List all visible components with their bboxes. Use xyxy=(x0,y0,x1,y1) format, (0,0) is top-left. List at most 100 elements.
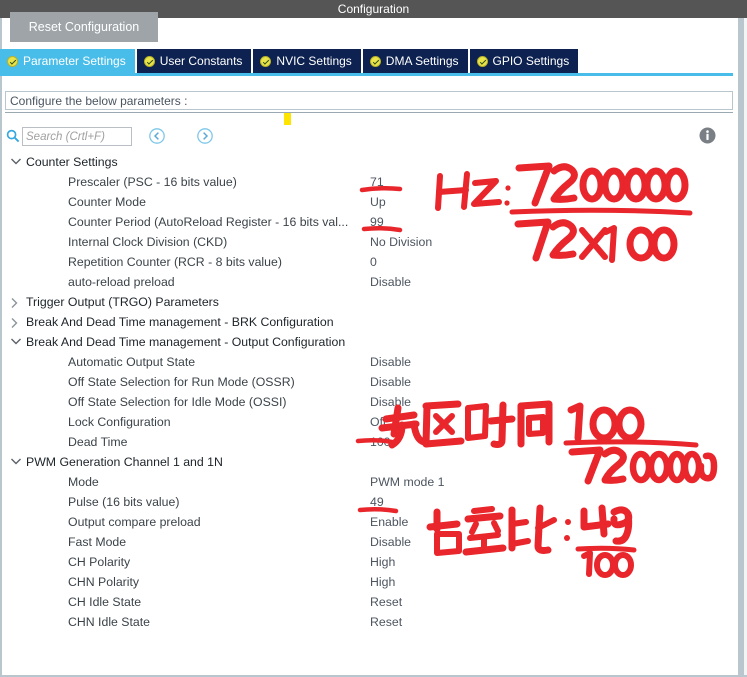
tree-group-break-and-dead-time-management-brk-configuration[interactable]: Break And Dead Time management - BRK Con… xyxy=(0,312,733,332)
tree-top-divider xyxy=(5,112,733,113)
check-circle-icon xyxy=(7,56,18,67)
tab-user-constants[interactable]: User Constants xyxy=(136,49,252,73)
tab-gpio-settings[interactable]: GPIO Settings xyxy=(469,49,579,73)
parameter-row[interactable]: Internal Clock Division (CKD) No Division xyxy=(0,232,733,252)
chevron-right-icon[interactable] xyxy=(10,312,22,332)
parameter-value[interactable]: Disable xyxy=(370,392,411,412)
parameter-label: Fast Mode xyxy=(68,535,127,549)
parameter-value[interactable]: High xyxy=(370,572,395,592)
parameter-value[interactable]: High xyxy=(370,552,395,572)
tab-underline xyxy=(0,73,733,76)
parameter-label: Internal Clock Division (CKD) xyxy=(68,235,228,249)
search-row xyxy=(0,126,733,150)
tab-label: Parameter Settings xyxy=(23,54,126,68)
parameter-label: Automatic Output State xyxy=(68,355,196,369)
tree-group-label: Counter Settings xyxy=(26,155,118,169)
reset-configuration-button[interactable]: Reset Configuration xyxy=(10,12,158,42)
parameter-value[interactable]: Disable xyxy=(370,272,411,292)
parameter-value[interactable]: PWM mode 1 xyxy=(370,472,444,492)
tree-group-label: Break And Dead Time management - BRK Con… xyxy=(26,315,334,329)
parameter-label: Off State Selection for Run Mode (OSSR) xyxy=(68,375,295,389)
parameter-label: Pulse (16 bits value) xyxy=(68,495,180,509)
parameter-value[interactable]: Disable xyxy=(370,532,411,552)
parameter-label: CHN Polarity xyxy=(68,575,140,589)
tab-label: DMA Settings xyxy=(385,54,459,68)
parameter-row[interactable]: Counter Mode Up xyxy=(0,192,733,212)
parameter-label: CH Polarity xyxy=(68,555,131,569)
parameter-row[interactable]: Repetition Counter (RCR - 8 bits value) 0 xyxy=(0,252,733,272)
parameter-label: Mode xyxy=(68,475,99,489)
parameter-row[interactable]: auto-reload preload Disable xyxy=(0,272,733,292)
search-icon xyxy=(6,129,20,143)
parameter-value[interactable]: Enable xyxy=(370,512,408,532)
parameter-label: Dead Time xyxy=(68,435,128,449)
circle-left-arrow-icon[interactable] xyxy=(148,127,166,145)
parameter-row[interactable]: Lock Configuration Off xyxy=(0,412,733,432)
parameter-row[interactable]: CHN Idle State Reset xyxy=(0,612,733,632)
configure-hint-bar: Configure the below parameters : xyxy=(5,91,733,110)
parameter-value[interactable]: Off xyxy=(370,412,386,432)
parameter-value[interactable]: 0 xyxy=(370,252,377,272)
parameter-label: Off State Selection for Idle Mode (OSSI) xyxy=(68,395,287,409)
parameter-value[interactable]: Up xyxy=(370,192,386,212)
parameter-label: Repetition Counter (RCR - 8 bits value) xyxy=(68,255,282,269)
parameter-row[interactable]: Mode PWM mode 1 xyxy=(0,472,733,492)
tree-group-label: Break And Dead Time management - Output … xyxy=(26,335,346,349)
tree-group-trigger-output-trgo-parameters[interactable]: Trigger Output (TRGO) Parameters xyxy=(0,292,733,312)
parameter-value[interactable]: 49 xyxy=(370,492,384,512)
parameter-value[interactable]: No Division xyxy=(370,232,432,252)
parameter-label: Prescaler (PSC - 16 bits value) xyxy=(68,175,237,189)
parameter-value[interactable]: 99 xyxy=(370,212,384,232)
parameter-row[interactable]: Output compare preload Enable xyxy=(0,512,733,532)
parameter-row[interactable]: Fast Mode Disable xyxy=(0,532,733,552)
info-icon[interactable] xyxy=(699,127,716,144)
tree-group-counter-settings[interactable]: Counter Settings xyxy=(0,152,733,172)
tree-group-label: PWM Generation Channel 1 and 1N xyxy=(26,455,223,469)
parameter-row[interactable]: Prescaler (PSC - 16 bits value) 71 xyxy=(0,172,733,192)
yellow-marker xyxy=(284,113,291,125)
parameter-value[interactable]: Reset xyxy=(370,612,402,632)
parameter-label: Output compare preload xyxy=(68,515,201,529)
configuration-window: Configuration Reset Configuration Parame… xyxy=(0,0,747,677)
parameter-value[interactable]: Reset xyxy=(370,592,402,612)
parameter-value[interactable]: Disable xyxy=(370,372,411,392)
check-circle-icon xyxy=(260,56,272,67)
parameter-row[interactable]: CH Idle State Reset xyxy=(0,592,733,612)
chevron-down-icon[interactable] xyxy=(10,332,22,352)
tree-group-pwm-generation-channel-1-and-1n[interactable]: PWM Generation Channel 1 and 1N xyxy=(0,452,733,472)
parameter-label: Counter Mode xyxy=(68,195,146,209)
search-input[interactable] xyxy=(22,127,132,146)
parameter-label: CHN Idle State xyxy=(68,615,151,629)
tab-nvic-settings[interactable]: NVIC Settings xyxy=(253,49,361,73)
parameter-label: CH Idle State xyxy=(68,595,142,609)
parameter-row[interactable]: CHN Polarity High xyxy=(0,572,733,592)
parameter-row[interactable]: Dead Time 100 xyxy=(0,432,733,452)
parameter-label: Counter Period (AutoReload Register - 16… xyxy=(68,215,349,229)
parameter-value[interactable]: 100 xyxy=(370,432,391,452)
tab-label: GPIO Settings xyxy=(492,54,570,68)
tab-parameter-settings[interactable]: Parameter Settings xyxy=(0,49,135,73)
tab-label: NVIC Settings xyxy=(276,54,352,68)
window-title: Configuration xyxy=(337,2,410,16)
tab-dma-settings[interactable]: DMA Settings xyxy=(362,49,468,73)
parameter-row[interactable]: Off State Selection for Run Mode (OSSR) D… xyxy=(0,372,733,392)
parameter-label: auto-reload preload xyxy=(68,275,175,289)
chevron-right-icon[interactable] xyxy=(10,292,22,312)
circle-right-arrow-icon[interactable] xyxy=(196,127,214,145)
parameter-row[interactable]: Automatic Output State Disable xyxy=(0,352,733,372)
tree-group-break-and-dead-time-management-output-configuration[interactable]: Break And Dead Time management - Output … xyxy=(0,332,733,352)
check-circle-icon xyxy=(143,56,155,67)
tree-group-label: Trigger Output (TRGO) Parameters xyxy=(26,295,219,309)
parameter-tree: Counter Settings Prescaler (PSC - 16 bits… xyxy=(0,152,733,632)
parameter-label: Lock Configuration xyxy=(68,415,171,429)
parameter-row[interactable]: Off State Selection for Idle Mode (OSSI)… xyxy=(0,392,733,412)
parameter-row[interactable]: Counter Period (AutoReload Register - 16… xyxy=(0,212,733,232)
tab-label: User Constants xyxy=(159,54,243,68)
parameter-value[interactable]: Disable xyxy=(370,352,411,372)
chevron-down-icon[interactable] xyxy=(10,452,22,472)
chevron-down-icon[interactable] xyxy=(10,152,22,172)
parameter-row[interactable]: Pulse (16 bits value) 49 xyxy=(0,492,733,512)
check-circle-icon xyxy=(476,56,488,67)
parameter-value[interactable]: 71 xyxy=(370,172,384,192)
parameter-row[interactable]: CH Polarity High xyxy=(0,552,733,572)
